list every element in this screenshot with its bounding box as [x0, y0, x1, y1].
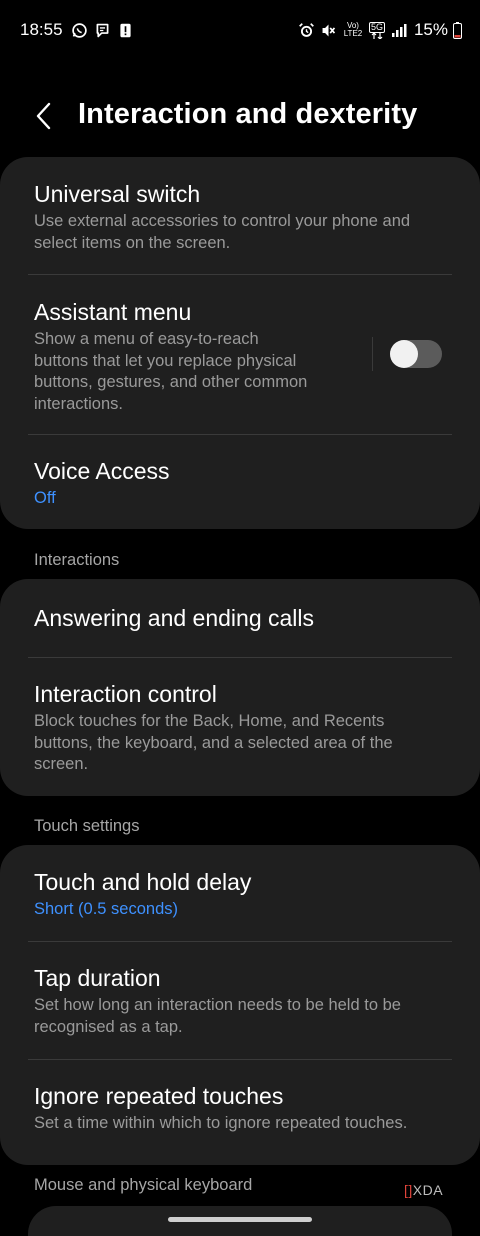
- signal-icon: [390, 21, 408, 39]
- subtitle-line: recognised as a tap.: [34, 1017, 183, 1036]
- alert-icon: [116, 21, 134, 39]
- universal-switch-title: Universal switch: [34, 181, 201, 207]
- subtitle-line: select items on the screen.: [34, 233, 231, 252]
- subtitle-line: screen.: [34, 755, 89, 773]
- status-time: 18:55: [20, 20, 63, 39]
- ignore-repeated-touches-item[interactable]: Ignore repeated touches Set a time withi…: [0, 1081, 480, 1135]
- mute-icon: [320, 21, 338, 39]
- universal-switch-subtitle: Use external accessories to control your…: [34, 211, 446, 254]
- subtitle-line: buttons, the keyboard, and a selected ar…: [34, 733, 393, 752]
- subtitle-line: Set a time within which to ignore repeat…: [34, 1114, 408, 1132]
- voice-access-value: Off: [34, 489, 56, 507]
- back-arrow-icon: [36, 102, 51, 130]
- battery-percent: 15%: [413, 20, 448, 39]
- 5g-label: 5G: [368, 21, 385, 33]
- subtitle-line: buttons, gestures, and other common: [34, 373, 308, 391]
- 5g-icon: 5G: [368, 21, 386, 39]
- divider: [28, 941, 452, 942]
- interaction-control-subtitle: Block touches for the Back, Home, and Re…: [34, 711, 446, 776]
- divider: [28, 274, 452, 275]
- xda-watermark: []XDA: [404, 1182, 443, 1198]
- card-touch-settings: Touch and hold delay Short (0.5 seconds)…: [0, 845, 480, 1165]
- section-header-interactions: Interactions: [34, 551, 120, 569]
- answering-calls-item[interactable]: Answering and ending calls: [0, 603, 480, 633]
- ignore-repeated-touches-title: Ignore repeated touches: [34, 1083, 284, 1109]
- whatsapp-icon: [70, 21, 88, 39]
- section-header-mouse-keyboard: Mouse and physical keyboard: [34, 1176, 253, 1194]
- voice-access-item[interactable]: Voice Access Off: [0, 456, 480, 510]
- assistant-menu-toggle[interactable]: [390, 340, 442, 368]
- messages-icon: [93, 21, 111, 39]
- answering-calls-title: Answering and ending calls: [34, 605, 315, 631]
- interaction-control-title: Interaction control: [34, 681, 217, 707]
- touch-hold-delay-title: Touch and hold delay: [34, 869, 252, 895]
- assistant-menu-title: Assistant menu: [34, 299, 192, 325]
- card-interactions: Answering and ending calls Interaction c…: [0, 579, 480, 796]
- subtitle-line: Block touches for the Back, Home, and Re…: [34, 712, 385, 730]
- battery-icon: [452, 21, 462, 39]
- tap-duration-item[interactable]: Tap duration Set how long an interaction…: [0, 963, 480, 1038]
- universal-switch-item[interactable]: Universal switch Use external accessorie…: [0, 179, 480, 254]
- subtitle-line: Show a menu of easy-to-reach: [34, 330, 259, 348]
- home-gesture-bar[interactable]: [168, 1217, 312, 1222]
- page-header: Interaction and dexterity: [0, 88, 480, 144]
- page-title: Interaction and dexterity: [78, 98, 418, 130]
- section-header-touch-settings: Touch settings: [34, 817, 140, 835]
- voice-access-title: Voice Access: [34, 458, 170, 484]
- assistant-menu-subtitle: Show a menu of easy-to-reach buttons tha…: [34, 329, 446, 415]
- tap-duration-title: Tap duration: [34, 965, 161, 991]
- tap-duration-subtitle: Set how long an interaction needs to be …: [34, 995, 446, 1038]
- touch-hold-delay-value: Short (0.5 seconds): [34, 900, 178, 918]
- toggle-separator: [372, 337, 373, 371]
- subtitle-line: interactions.: [34, 394, 123, 413]
- divider: [28, 434, 452, 435]
- divider: [28, 657, 452, 658]
- interaction-control-item[interactable]: Interaction control Block touches for th…: [0, 679, 480, 776]
- subtitle-line: Use external accessories to control your…: [34, 212, 411, 230]
- volte-icon: Vo) LTE2: [342, 21, 364, 39]
- xda-logo-icon: []: [404, 1182, 413, 1198]
- subtitle-line: Set how long an interaction needs to be …: [34, 996, 401, 1014]
- touch-hold-delay-item[interactable]: Touch and hold delay Short (0.5 seconds): [0, 867, 480, 921]
- xda-text: XDA: [412, 1182, 444, 1198]
- subtitle-line: buttons that let you replace physical: [34, 351, 297, 370]
- lte-label: LTE2: [343, 29, 363, 38]
- status-bar: 18:55 Vo) LTE2 5G 15%: [0, 0, 480, 60]
- back-button[interactable]: [24, 96, 64, 136]
- divider: [28, 1059, 452, 1060]
- notification-icons: [70, 20, 134, 40]
- alarm-icon: [298, 21, 316, 39]
- system-icons: Vo) LTE2 5G 15%: [298, 18, 462, 42]
- ignore-repeated-touches-subtitle: Set a time within which to ignore repeat…: [34, 1113, 446, 1135]
- card-accessibility-tools: Universal switch Use external accessorie…: [0, 157, 480, 529]
- toggle-knob: [390, 340, 418, 368]
